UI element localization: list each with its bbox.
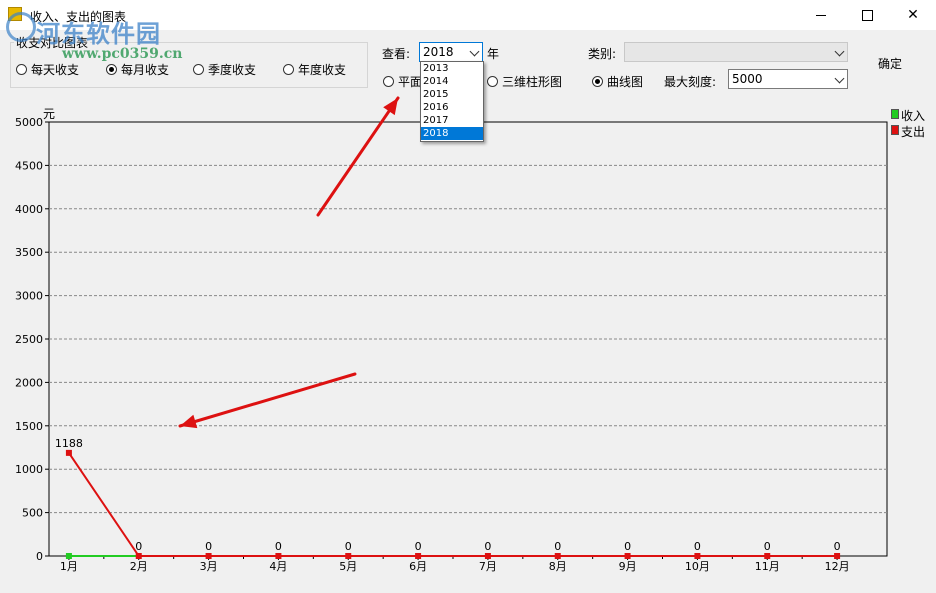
y-tick-label: 500 xyxy=(22,507,43,520)
y-tick-label: 2500 xyxy=(15,333,43,346)
data-label: 0 xyxy=(205,540,212,553)
legend-swatch-expense xyxy=(891,125,899,135)
year-option[interactable]: 2016 xyxy=(421,101,483,114)
x-tick-label: 12月 xyxy=(825,560,850,573)
annotation-arrow-head xyxy=(383,98,398,116)
watermark-logo xyxy=(6,12,36,42)
x-tick-label: 11月 xyxy=(755,560,780,573)
expense-point xyxy=(694,553,701,559)
year-option[interactable]: 2017 xyxy=(421,114,483,127)
data-label: 0 xyxy=(694,540,701,553)
x-tick-label: 7月 xyxy=(479,560,497,573)
data-label: 0 xyxy=(484,540,491,553)
watermark-url: www.pc0359.cn xyxy=(62,46,183,62)
legend-label-expense: 支出 xyxy=(901,125,926,139)
y-tick-label: 5000 xyxy=(15,116,43,129)
income-point xyxy=(65,553,72,559)
x-tick-label: 2月 xyxy=(130,560,148,573)
expense-point xyxy=(624,553,631,559)
watermark-text: 河东软件园 xyxy=(36,19,161,48)
y-tick-label: 0 xyxy=(36,550,43,563)
y-tick-label: 1000 xyxy=(15,463,43,476)
y-tick-label: 2000 xyxy=(15,376,43,389)
expense-point xyxy=(65,449,72,456)
y-axis-label: 元 xyxy=(43,107,55,121)
expense-point xyxy=(764,553,771,559)
year-option[interactable]: 2013 xyxy=(421,62,483,75)
data-label: 0 xyxy=(554,540,561,553)
legend-label-income: 收入 xyxy=(901,109,926,123)
expense-point xyxy=(205,553,212,559)
expense-point xyxy=(135,553,142,559)
data-label: 0 xyxy=(345,540,352,553)
year-dropdown-list[interactable]: 2013 2014 2015 2016 2017 2018 xyxy=(420,61,484,142)
data-label: 0 xyxy=(834,540,841,553)
expense-point xyxy=(275,553,282,559)
data-label: 0 xyxy=(275,540,282,553)
legend-swatch-income xyxy=(891,109,899,119)
expense-point xyxy=(554,553,561,559)
y-tick-label: 4500 xyxy=(15,159,43,172)
x-tick-label: 1月 xyxy=(60,560,78,573)
x-tick-label: 8月 xyxy=(549,560,567,573)
x-tick-label: 4月 xyxy=(269,560,287,573)
data-label: 0 xyxy=(764,540,771,553)
y-tick-label: 4000 xyxy=(15,203,43,216)
data-label: 0 xyxy=(415,540,422,553)
year-option[interactable]: 2015 xyxy=(421,88,483,101)
year-option-selected[interactable]: 2018 xyxy=(421,127,483,140)
data-label: 1188 xyxy=(55,437,83,450)
y-tick-label: 3000 xyxy=(15,290,43,303)
expense-point xyxy=(834,553,841,559)
expense-point xyxy=(484,553,491,559)
expense-point xyxy=(415,553,422,559)
x-tick-label: 9月 xyxy=(619,560,637,573)
x-tick-label: 5月 xyxy=(339,560,357,573)
year-option[interactable]: 2014 xyxy=(421,75,483,88)
x-tick-label: 6月 xyxy=(409,560,427,573)
y-tick-label: 3500 xyxy=(15,246,43,259)
y-tick-label: 1500 xyxy=(15,420,43,433)
x-tick-label: 10月 xyxy=(685,560,710,573)
data-label: 0 xyxy=(624,540,631,553)
data-label: 0 xyxy=(135,540,142,553)
x-tick-label: 3月 xyxy=(200,560,218,573)
expense-point xyxy=(345,553,352,559)
